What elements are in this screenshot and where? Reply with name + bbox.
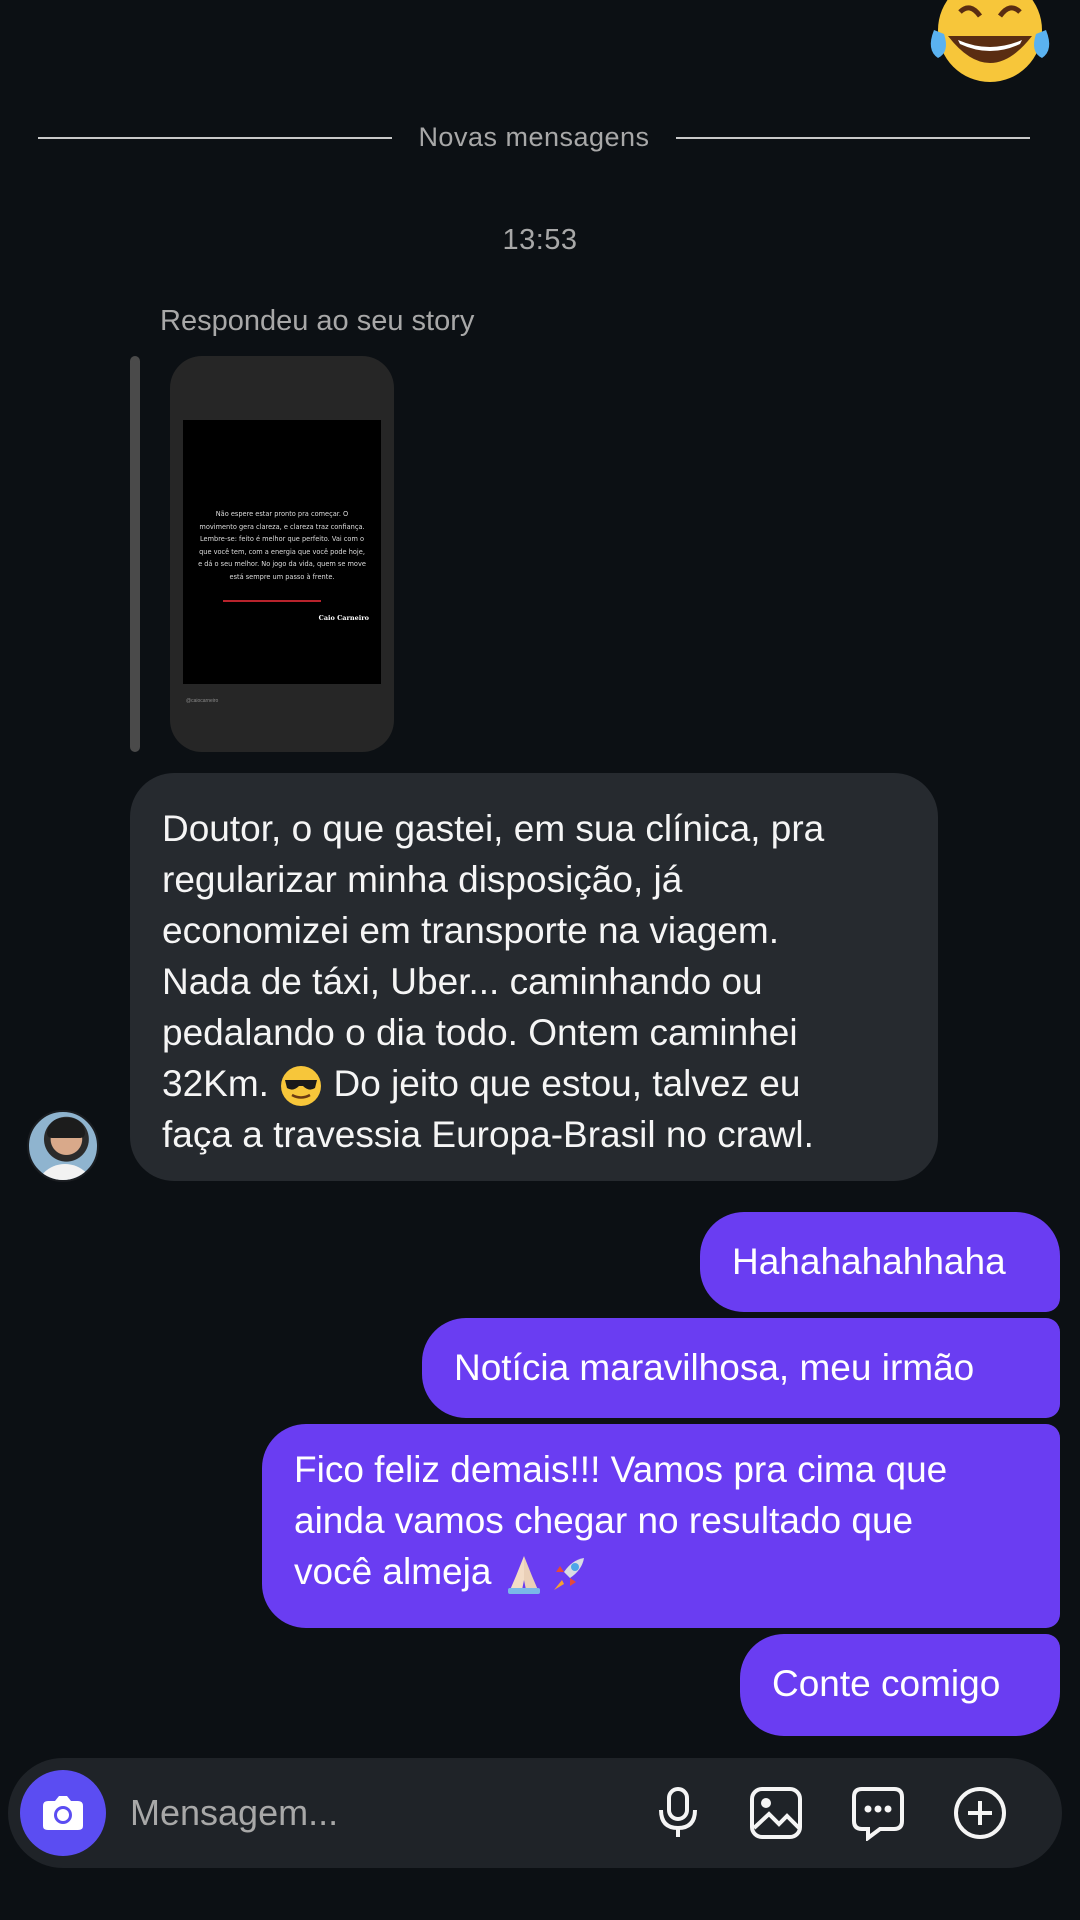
tears-of-joy-emoji-icon[interactable] xyxy=(924,0,1054,94)
camera-icon xyxy=(43,1796,83,1830)
story-preview[interactable]: Não espere estar pronto pra começar. O m… xyxy=(170,356,394,752)
camera-button[interactable] xyxy=(20,1770,106,1856)
sent-message-bubble[interactable]: Hahahahahhaha xyxy=(700,1212,1060,1312)
sent-message-bubble[interactable]: Notícia maravilhosa, meu irmão xyxy=(422,1318,1060,1418)
story-author: Caio Carneiro xyxy=(318,614,369,622)
microphone-icon xyxy=(659,1787,697,1837)
received-message-bubble[interactable]: Doutor, o que gastei, em sua clínica, pr… xyxy=(130,773,938,1181)
story-image: Não espere estar pronto pra começar. O m… xyxy=(183,420,381,684)
avatar-shirt xyxy=(35,1164,95,1180)
gallery-icon xyxy=(750,1787,802,1839)
add-button[interactable] xyxy=(950,1783,1010,1843)
sent-message-bubble[interactable]: Fico feliz demais!!! Vamos pra cima que … xyxy=(262,1424,1060,1628)
folded-hands-emoji-icon xyxy=(507,1556,540,1595)
chat-screen: Novas mensagens 13:53 Respondeu ao seu s… xyxy=(0,0,1080,1920)
message-timestamp: 13:53 xyxy=(502,224,578,256)
avatar-hair xyxy=(47,1118,85,1138)
gallery-button[interactable] xyxy=(746,1783,806,1843)
received-message-text: Doutor, o que gastei, em sua clínica, pr… xyxy=(162,808,825,1104)
sunglasses-emoji-icon xyxy=(281,1066,322,1107)
sent-message-text: Fico feliz demais!!! Vamos pra cima que … xyxy=(294,1449,948,1592)
new-messages-divider: Novas mensagens xyxy=(38,122,1030,153)
new-messages-label: Novas mensagens xyxy=(418,122,650,152)
sticker-button[interactable] xyxy=(848,1783,908,1843)
divider-line-right xyxy=(675,136,1030,139)
sent-message-bubble[interactable]: Conte comigo xyxy=(740,1634,1060,1736)
message-input[interactable] xyxy=(130,1784,530,1842)
story-reply-caption: Respondeu ao seu story xyxy=(160,305,475,337)
story-underline xyxy=(223,600,321,602)
sticker-icon xyxy=(852,1787,904,1841)
sent-message-text: Notícia maravilhosa, meu irmão xyxy=(454,1347,975,1388)
sent-message-text: Hahahahahhaha xyxy=(732,1241,1006,1282)
microphone-button[interactable] xyxy=(648,1783,708,1843)
reply-indicator-bar xyxy=(130,356,140,752)
story-quote: Não espere estar pronto pra começar. O m… xyxy=(198,510,366,581)
message-composer xyxy=(8,1758,1062,1868)
story-handle: @caiocarneiro xyxy=(186,698,219,704)
rocket-emoji-icon xyxy=(553,1558,584,1591)
plus-icon xyxy=(954,1787,1006,1839)
divider-line-left xyxy=(38,136,393,139)
avatar[interactable] xyxy=(27,1110,99,1182)
sent-message-text: Conte comigo xyxy=(772,1663,1001,1704)
